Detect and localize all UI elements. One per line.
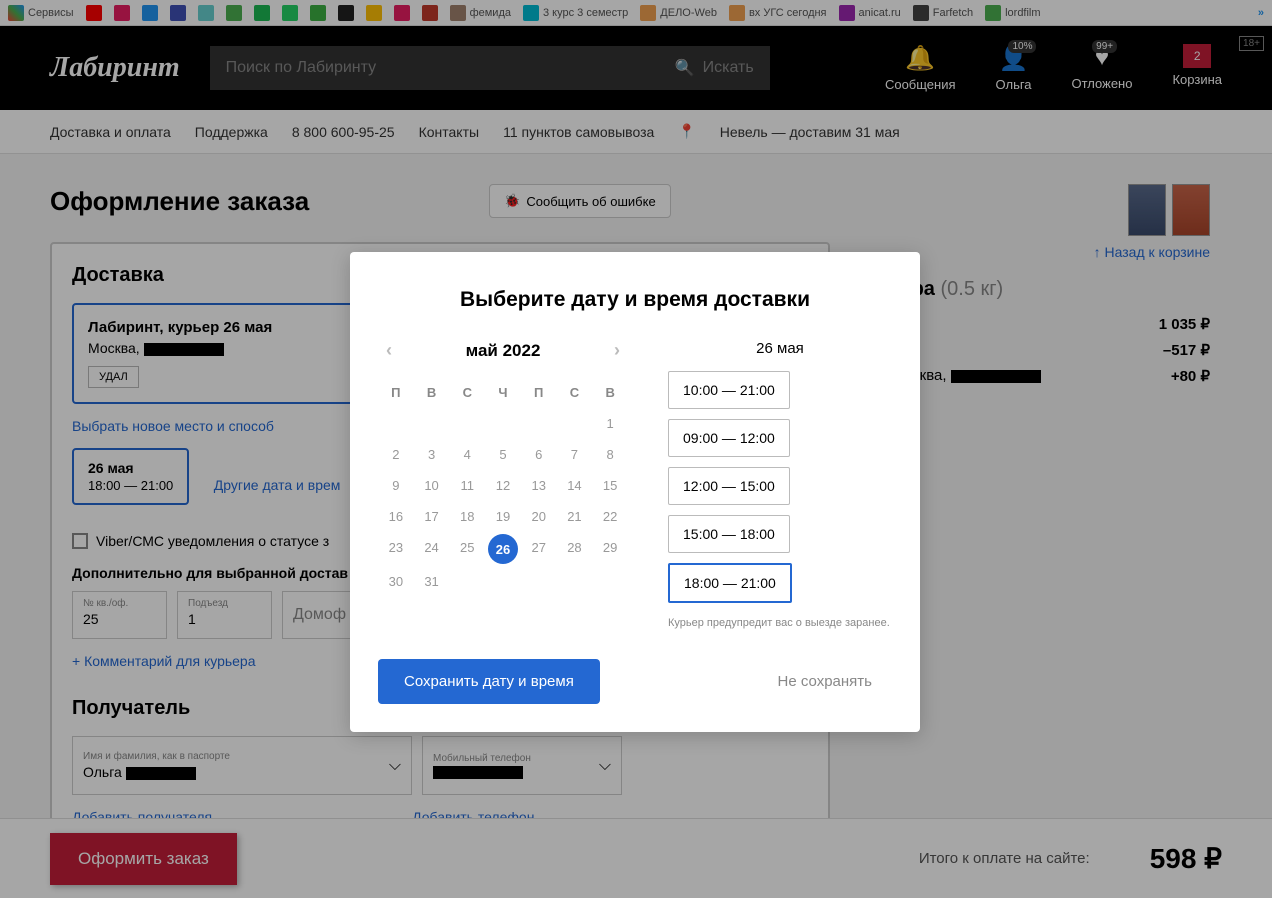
time-date: 26 мая: [668, 340, 892, 357]
calendar-day[interactable]: 8: [592, 439, 628, 470]
calendar-day[interactable]: 15: [592, 470, 628, 501]
prev-month-button[interactable]: ‹: [386, 340, 392, 361]
calendar-day: [592, 566, 628, 597]
calendar-day[interactable]: 10: [414, 470, 450, 501]
calendar-day: [449, 566, 485, 597]
calendar-day[interactable]: 12: [485, 470, 521, 501]
weekday-header: П: [378, 377, 414, 408]
save-button[interactable]: Сохранить дату и время: [378, 659, 600, 704]
next-month-button[interactable]: ›: [614, 340, 620, 361]
time-slot[interactable]: 12:00 — 15:00: [668, 467, 790, 505]
date-time-modal: Выберите дату и время доставки ‹ май 202…: [350, 252, 920, 732]
time-slot[interactable]: 15:00 — 18:00: [668, 515, 790, 553]
calendar-day[interactable]: 2: [378, 439, 414, 470]
calendar-day: [449, 408, 485, 439]
calendar-day[interactable]: 25: [449, 532, 485, 566]
calendar-month: май 2022: [466, 341, 541, 361]
weekday-header: С: [557, 377, 593, 408]
calendar-day: [557, 408, 593, 439]
calendar-day[interactable]: 14: [557, 470, 593, 501]
calendar-day: [485, 408, 521, 439]
modal-title: Выберите дату и время доставки: [378, 288, 892, 312]
calendar-day[interactable]: 3: [414, 439, 450, 470]
calendar-day[interactable]: 16: [378, 501, 414, 532]
calendar-day[interactable]: 5: [485, 439, 521, 470]
calendar-day[interactable]: 31: [414, 566, 450, 597]
calendar-day[interactable]: 11: [449, 470, 485, 501]
calendar-day[interactable]: 7: [557, 439, 593, 470]
time-slot[interactable]: 18:00 — 21:00: [668, 563, 792, 603]
calendar-day[interactable]: 9: [378, 470, 414, 501]
weekday-header: В: [414, 377, 450, 408]
calendar-day[interactable]: 13: [521, 470, 557, 501]
calendar-day[interactable]: 4: [449, 439, 485, 470]
cancel-button[interactable]: Не сохранять: [778, 673, 872, 690]
calendar-day[interactable]: 6: [521, 439, 557, 470]
time-slot[interactable]: 10:00 — 21:00: [668, 371, 790, 409]
weekday-header: П: [521, 377, 557, 408]
calendar-day[interactable]: 18: [449, 501, 485, 532]
calendar-day[interactable]: 26: [488, 534, 518, 564]
time-slot[interactable]: 09:00 — 12:00: [668, 419, 790, 457]
weekday-header: В: [592, 377, 628, 408]
calendar-day: [378, 408, 414, 439]
calendar-day: [414, 408, 450, 439]
calendar-day[interactable]: 19: [485, 501, 521, 532]
calendar-day[interactable]: 28: [557, 532, 593, 566]
courier-note: Курьер предупредит вас о выезде заранее.: [668, 617, 892, 629]
calendar-day[interactable]: 24: [414, 532, 450, 566]
calendar-day[interactable]: 17: [414, 501, 450, 532]
calendar-day: [557, 566, 593, 597]
calendar-day: [521, 566, 557, 597]
calendar-day[interactable]: 1: [592, 408, 628, 439]
calendar-day: [485, 566, 521, 597]
calendar: ‹ май 2022 › ПВСЧПСВ12345678910111213141…: [378, 340, 628, 629]
calendar-day[interactable]: 30: [378, 566, 414, 597]
weekday-header: Ч: [485, 377, 521, 408]
calendar-day[interactable]: 29: [592, 532, 628, 566]
calendar-day[interactable]: 27: [521, 532, 557, 566]
calendar-day[interactable]: 23: [378, 532, 414, 566]
calendar-day[interactable]: 20: [521, 501, 557, 532]
calendar-day[interactable]: 22: [592, 501, 628, 532]
weekday-header: С: [449, 377, 485, 408]
calendar-day: [521, 408, 557, 439]
calendar-day[interactable]: 21: [557, 501, 593, 532]
